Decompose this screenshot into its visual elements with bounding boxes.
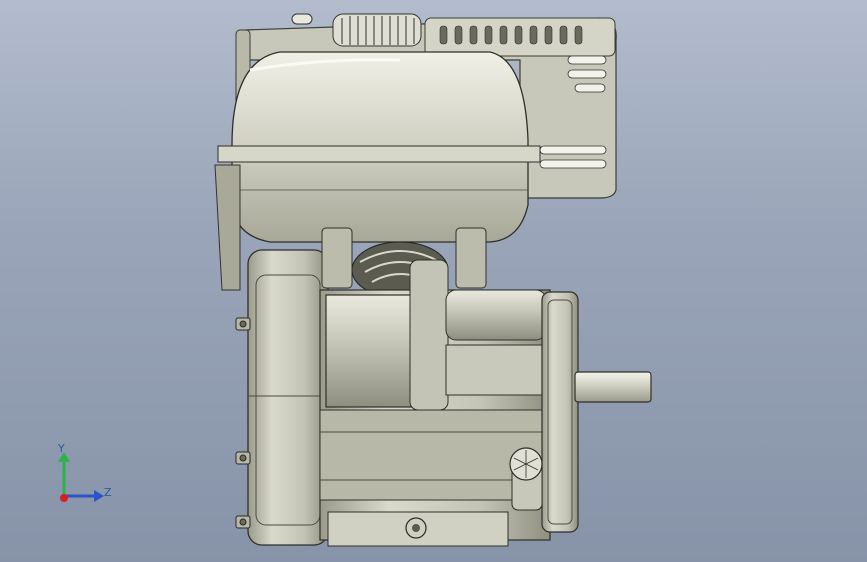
- drain-bolt[interactable]: [405, 517, 427, 539]
- y-axis-label: Y: [58, 442, 65, 455]
- x-axis-dot: [60, 494, 68, 502]
- output-shaft[interactable]: [574, 371, 652, 403]
- oil-filler-cap[interactable]: [509, 447, 543, 511]
- graphics-viewport[interactable]: Y Z: [0, 0, 867, 562]
- fuel-tank[interactable]: [217, 51, 541, 243]
- coordinate-triad: Y Z: [50, 440, 120, 510]
- z-arrow-icon: [94, 490, 104, 502]
- z-axis-label: Z: [104, 486, 112, 499]
- bearing-housing[interactable]: [541, 291, 579, 533]
- engine-model[interactable]: [0, 0, 867, 562]
